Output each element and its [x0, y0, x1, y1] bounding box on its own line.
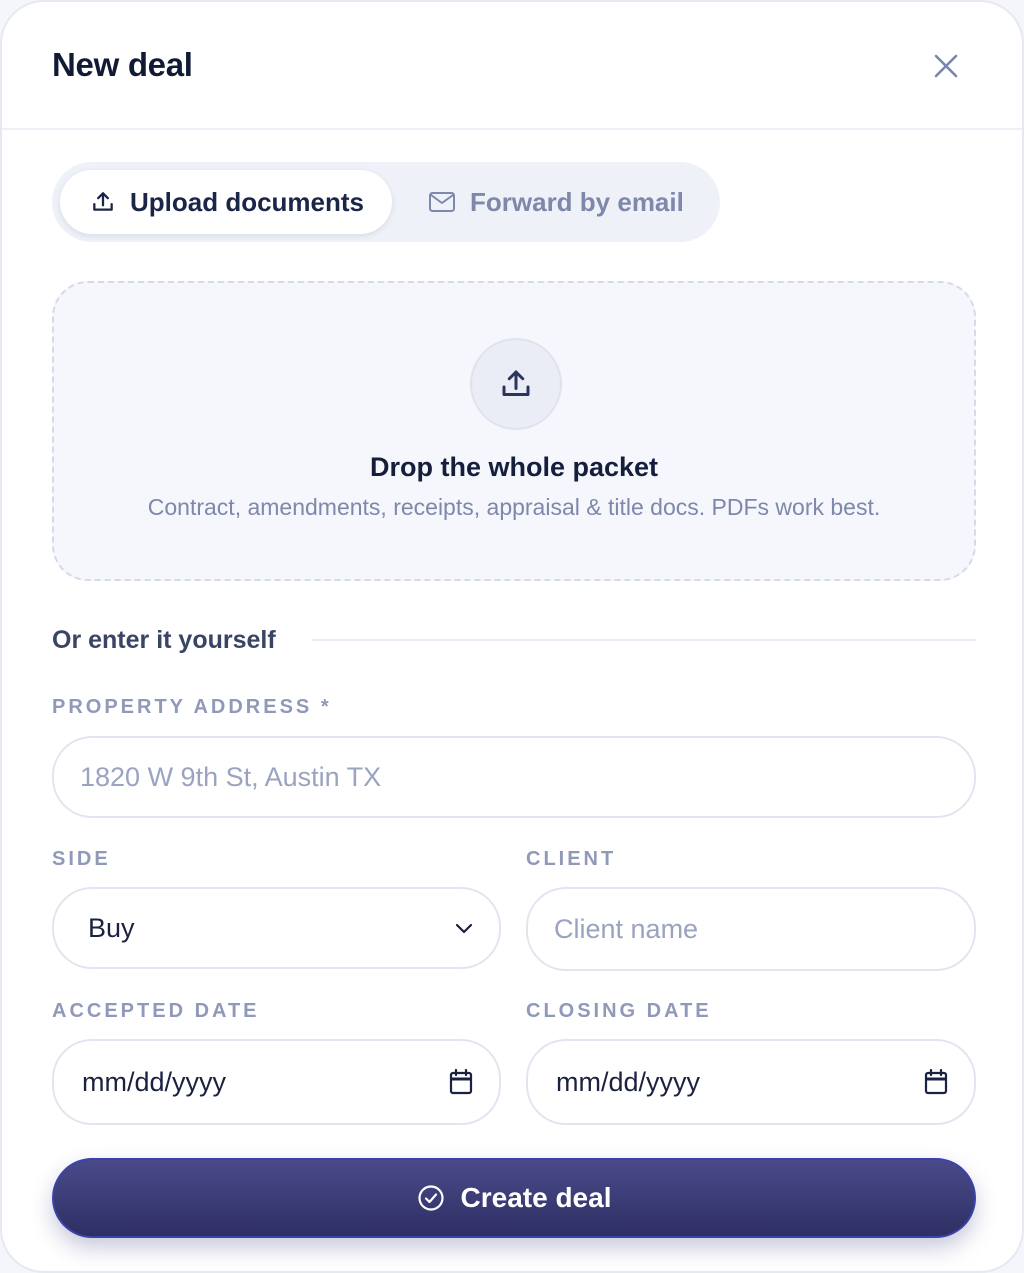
tab-upload-documents[interactable]: Upload documents	[60, 170, 392, 234]
dropzone-title: Drop the whole packet	[369, 452, 659, 482]
side-label: SIDE	[52, 848, 111, 870]
close-icon	[934, 54, 958, 78]
property-address-input[interactable]: 1820 W 9th St, Austin TX	[52, 736, 976, 818]
new-deal-modal: New deal Upload documents Forward by ema…	[0, 0, 1024, 1273]
dropzone-icon-circle	[470, 338, 562, 430]
modal-title: New deal	[52, 46, 193, 83]
calendar-icon[interactable]	[449, 1069, 473, 1095]
address-placeholder: 1820 W 9th St, Austin TX	[80, 761, 382, 792]
dropzone-subtitle: Contract, amendments, receipts, appraisa…	[147, 494, 881, 520]
manual-entry-heading: Or enter it yourself	[52, 626, 276, 654]
closing-date-value: mm/dd/yyyy	[556, 1066, 701, 1097]
source-tabs: Upload documents Forward by email	[52, 162, 720, 242]
tab-label: Forward by email	[470, 186, 684, 217]
side-select[interactable]: Buy	[52, 887, 501, 969]
modal-header: New deal	[2, 2, 1022, 130]
client-label: CLIENT	[526, 848, 617, 870]
closing-date-input[interactable]: mm/dd/yyyy	[526, 1039, 976, 1125]
section-divider	[312, 639, 976, 641]
tab-forward-by-email[interactable]: Forward by email	[402, 170, 714, 234]
check-circle-icon	[417, 1184, 445, 1212]
upload-icon	[90, 189, 116, 215]
tab-label: Upload documents	[130, 186, 365, 217]
address-label: PROPERTY ADDRESS *	[52, 696, 332, 718]
upload-icon	[502, 370, 530, 396]
client-name-input[interactable]: Client name	[526, 887, 976, 971]
client-placeholder: Client name	[554, 913, 699, 944]
closing-date-label: CLOSING DATE	[526, 1000, 712, 1022]
accepted-date-input[interactable]: mm/dd/yyyy	[52, 1039, 501, 1125]
create-deal-button[interactable]: Create deal	[52, 1158, 976, 1238]
accepted-date-label: ACCEPTED DATE	[52, 1000, 260, 1022]
chevron-down-icon	[455, 922, 473, 934]
file-dropzone[interactable]: Drop the whole packet Contract, amendmen…	[52, 281, 976, 581]
side-value: Buy	[88, 912, 135, 943]
create-deal-label: Create deal	[460, 1182, 612, 1213]
mail-icon	[428, 190, 456, 214]
accepted-date-value: mm/dd/yyyy	[82, 1066, 227, 1097]
close-button[interactable]	[928, 48, 964, 84]
calendar-icon[interactable]	[924, 1069, 948, 1095]
